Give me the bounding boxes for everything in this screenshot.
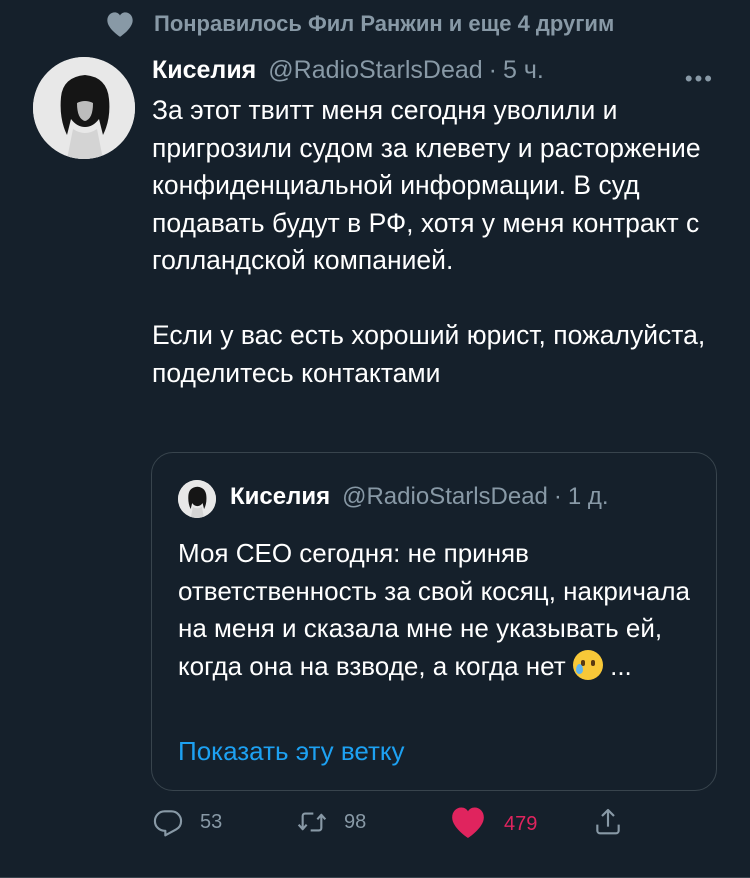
tweet-header: Киселия @RadioStarlsDead · 5 ч. (152, 56, 718, 85)
retweet-button[interactable]: 98 (296, 806, 366, 838)
quoted-tweet[interactable]: Киселия @RadioStarlsDead · 1 д. Моя СЕО … (151, 452, 717, 791)
author-name[interactable]: Киселия (152, 56, 256, 85)
quote-text: Моя СЕО сегодня: не приняв ответственнос… (178, 535, 693, 685)
share-button[interactable] (592, 806, 624, 838)
quote-avatar[interactable] (178, 480, 216, 518)
crying-face-emoji-icon (572, 649, 603, 680)
tweet-text: За этот твитт меня сегодня уволили и при… (152, 92, 722, 392)
avatar-image (33, 57, 135, 159)
social-context-text: Понравилось Фил Ранжин и еще 4 другим (154, 11, 615, 36)
tweet-paragraph: За этот твитт меня сегодня уволили и при… (152, 95, 701, 275)
like-button[interactable]: 479 (448, 806, 537, 842)
separator-dot: · (553, 483, 562, 510)
reply-count: 53 (200, 810, 223, 833)
more-options-icon[interactable]: ••• (685, 66, 714, 92)
avatar[interactable] (33, 57, 135, 159)
reply-icon (153, 810, 183, 837)
quote-ellipsis: ... (610, 650, 632, 681)
quote-author-handle: @RadioStarlsDead (342, 483, 548, 510)
social-context[interactable]: Понравилось Фил Ранжин и еще 4 другим (104, 8, 614, 40)
avatar-image (178, 480, 216, 518)
retweet-count: 98 (344, 810, 367, 833)
tweet-actions: 53 98 479 (152, 806, 652, 846)
share-icon (596, 808, 620, 835)
reply-button[interactable]: 53 (152, 806, 222, 838)
author-handle[interactable]: @RadioStarlsDead (268, 56, 482, 85)
tweet-paragraph: Если у вас есть хороший юрист, пожалуйст… (152, 320, 706, 388)
quote-author-name: Киселия (230, 483, 331, 510)
heart-icon (452, 807, 484, 838)
quote-time: 1 д. (567, 483, 609, 510)
show-thread-link[interactable]: Показать эту ветку (178, 736, 405, 767)
separator-dot: · (488, 56, 497, 84)
retweet-icon (297, 812, 327, 832)
like-count: 479 (504, 812, 538, 835)
heart-icon (107, 12, 133, 37)
quote-header: Киселия @RadioStarlsDead · 1 д. (230, 483, 609, 511)
tweet-time[interactable]: 5 ч. (503, 56, 544, 85)
